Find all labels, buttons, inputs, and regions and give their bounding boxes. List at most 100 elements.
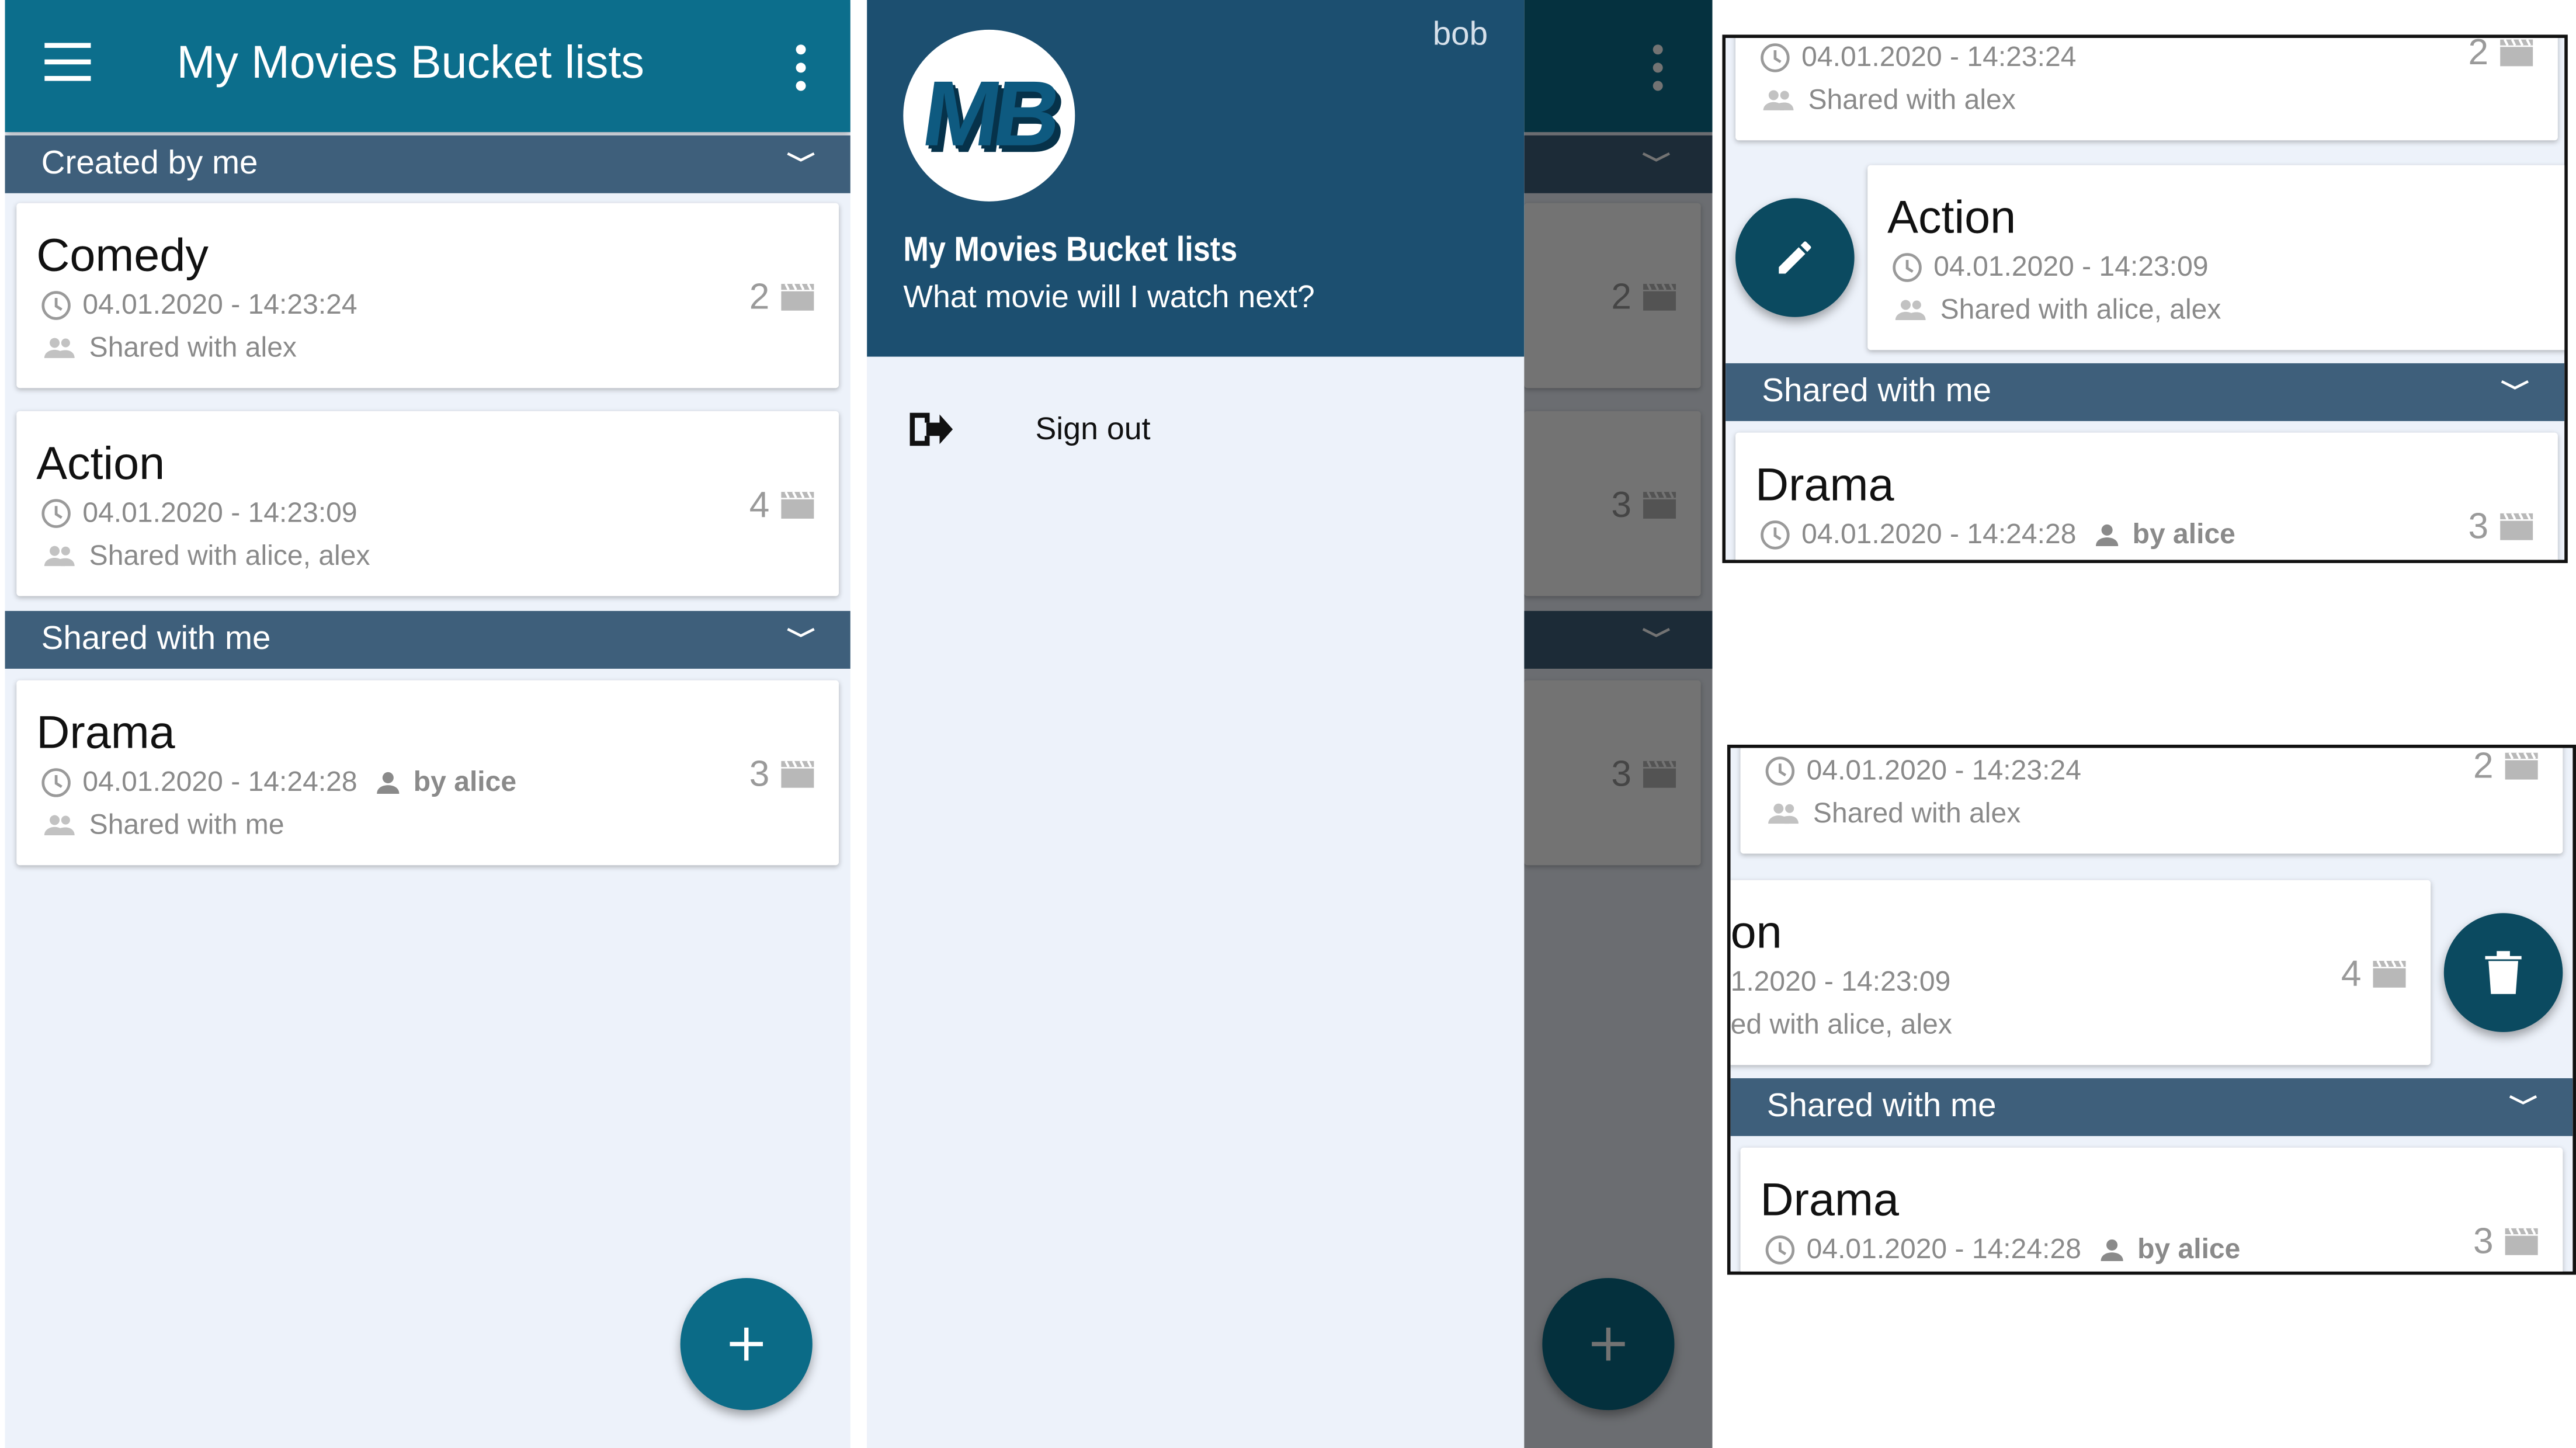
movie-count: 2: [2473, 744, 2494, 786]
scrim[interactable]: [1524, 0, 1713, 1448]
list-card-drama[interactable]: Drama 04.01.2020 - 14:24:28 by alice 3: [1735, 432, 2558, 560]
swipe-delete-demo: 04.01.2020 - 14:23:24 Shared with alex 2…: [1727, 744, 2576, 1275]
people-icon: [40, 332, 79, 365]
chevron-down-icon[interactable]: [2506, 1085, 2540, 1118]
section-label: Shared with me: [1762, 373, 1992, 410]
delete-list-button[interactable]: [2443, 913, 2563, 1032]
list-owner: by alice: [2137, 1233, 2241, 1265]
sign-out-item[interactable]: Sign out: [867, 380, 1524, 485]
movie-count: 4: [2341, 953, 2362, 994]
list-card-comedy[interactable]: 04.01.2020 - 14:23:24 Shared with alex 2: [1740, 744, 2563, 854]
section-shared-with-me[interactable]: Shared with me: [1726, 363, 2565, 421]
list-date: 04.01.2020 - 14:23:24: [1801, 41, 2077, 73]
chevron-down-icon[interactable]: [784, 142, 818, 175]
list-card-action[interactable]: Action 04.01.2020 - 14:23:09 Shared with…: [16, 411, 839, 596]
clock-icon: [1891, 251, 1924, 284]
clock-icon: [1759, 519, 1792, 552]
list-shared: Shared with me: [89, 809, 284, 841]
app-title: My Movies Bucket lists: [176, 36, 644, 88]
drawer-screen: 2 3 3 MB bob My Movies Bucket lists What…: [867, 0, 1713, 1448]
clock-icon: [40, 497, 73, 530]
section-shared-with-me[interactable]: Shared with me: [5, 610, 850, 669]
app-logo: MB: [903, 29, 1075, 202]
list-date: 1.2020 - 14:23:09: [1730, 966, 1951, 998]
clapperboard-icon: [2371, 959, 2407, 989]
clapperboard-icon: [2498, 38, 2535, 68]
username: bob: [1432, 16, 1488, 53]
list-date: 04.01.2020 - 14:24:28: [82, 766, 357, 798]
list-title: Drama: [1760, 1173, 1899, 1225]
trash-icon: [2485, 951, 2522, 994]
list-title: Drama: [36, 706, 175, 758]
list-shared: Shared with alex: [1808, 84, 2016, 116]
list-date: 04.01.2020 - 14:23:24: [82, 289, 357, 321]
edit-list-button[interactable]: [1735, 198, 1855, 317]
sign-out-label: Sign out: [1035, 412, 1151, 448]
navigation-drawer: MB bob My Movies Bucket lists What movie…: [867, 0, 1525, 1448]
list-owner: by alice: [2132, 518, 2235, 550]
people-icon: [1891, 294, 1931, 327]
clock-icon: [40, 289, 73, 322]
list-title: on: [1730, 906, 1782, 958]
list-title: Comedy: [36, 229, 209, 281]
movie-count: 3: [749, 753, 770, 794]
section-shared-with-me[interactable]: Shared with me: [1730, 1078, 2573, 1136]
clapperboard-icon: [779, 491, 815, 520]
main-screen: My Movies Bucket lists Created by me Com…: [5, 0, 850, 1448]
section-created-by-me[interactable]: Created by me: [5, 135, 850, 193]
list-title: Action: [36, 437, 165, 489]
list-card-comedy[interactable]: 04.01.2020 - 14:23:24 Shared with alex 2: [1735, 34, 2558, 141]
list-card-action-swiped[interactable]: on 1.2020 - 14:23:09 ed with alice, alex…: [1730, 880, 2431, 1065]
list-shared: Shared with alice, alex: [89, 540, 370, 572]
list-owner: by alice: [413, 766, 517, 798]
people-icon: [40, 540, 79, 573]
section-label: Shared with me: [1766, 1088, 1997, 1125]
movie-count: 3: [2468, 505, 2489, 547]
list-title: Drama: [1755, 459, 1894, 511]
list-card-drama[interactable]: Drama 04.01.2020 - 14:24:28 by alice Sha…: [16, 680, 839, 866]
list-shared: Shared with alice, alex: [1940, 294, 2221, 325]
more-vert-icon[interactable]: [793, 44, 809, 94]
chevron-down-icon[interactable]: [784, 617, 818, 651]
plus-icon: [730, 1327, 763, 1361]
logo-text: MB: [916, 61, 1062, 165]
list-date: 04.01.2020 - 14:23:24: [1806, 754, 2081, 786]
movie-count: 4: [749, 484, 770, 525]
pencil-icon: [1779, 241, 1811, 274]
list-date: 04.01.2020 - 14:24:28: [1801, 518, 2077, 550]
clapperboard-icon: [2504, 1227, 2540, 1256]
add-list-button[interactable]: [680, 1278, 813, 1411]
list-shared: Shared with alex: [89, 332, 297, 363]
clapperboard-icon: [2498, 512, 2535, 541]
people-icon: [1759, 84, 1799, 117]
logout-arrow-icon: [909, 412, 953, 446]
people-icon: [1763, 797, 1803, 831]
drawer-tagline: What movie will I watch next?: [903, 280, 1315, 315]
clock-icon: [1763, 755, 1797, 788]
movie-count: 3: [2473, 1220, 2494, 1262]
movie-count: 2: [749, 276, 770, 317]
clock-icon: [40, 766, 73, 800]
movie-count: 2: [2468, 34, 2489, 73]
clapperboard-icon: [2504, 751, 2540, 781]
chevron-down-icon[interactable]: [2498, 370, 2532, 403]
list-date: 04.01.2020 - 14:24:28: [1806, 1233, 2081, 1265]
list-shared: Shared with alex: [1813, 797, 2021, 829]
app-bar: My Movies Bucket lists: [5, 0, 850, 133]
list-shared: ed with alice, alex: [1730, 1009, 1952, 1040]
drawer-app-name: My Movies Bucket lists: [903, 231, 1238, 269]
clock-icon: [1759, 41, 1792, 75]
section-label: Shared with me: [41, 620, 271, 658]
list-date: 04.01.2020 - 14:23:09: [82, 496, 357, 529]
clapperboard-icon: [779, 759, 815, 789]
hamburger-menu-icon[interactable]: [44, 43, 97, 89]
list-card-comedy[interactable]: Comedy 04.01.2020 - 14:23:24 Shared with…: [16, 203, 839, 388]
drawer-header: MB bob My Movies Bucket lists What movie…: [867, 0, 1525, 357]
list-card-action[interactable]: Action 04.01.2020 - 14:23:09 Shared with…: [1867, 165, 2565, 350]
list-date: 04.01.2020 - 14:23:09: [1933, 251, 2209, 283]
clapperboard-icon: [779, 282, 815, 312]
list-card-drama[interactable]: Drama 04.01.2020 - 14:24:28 by alice 3: [1740, 1147, 2563, 1272]
person-icon: [374, 768, 404, 798]
swipe-edit-demo: 04.01.2020 - 14:23:24 Shared with alex 2…: [1722, 34, 2568, 563]
section-label: Created by me: [41, 145, 258, 182]
